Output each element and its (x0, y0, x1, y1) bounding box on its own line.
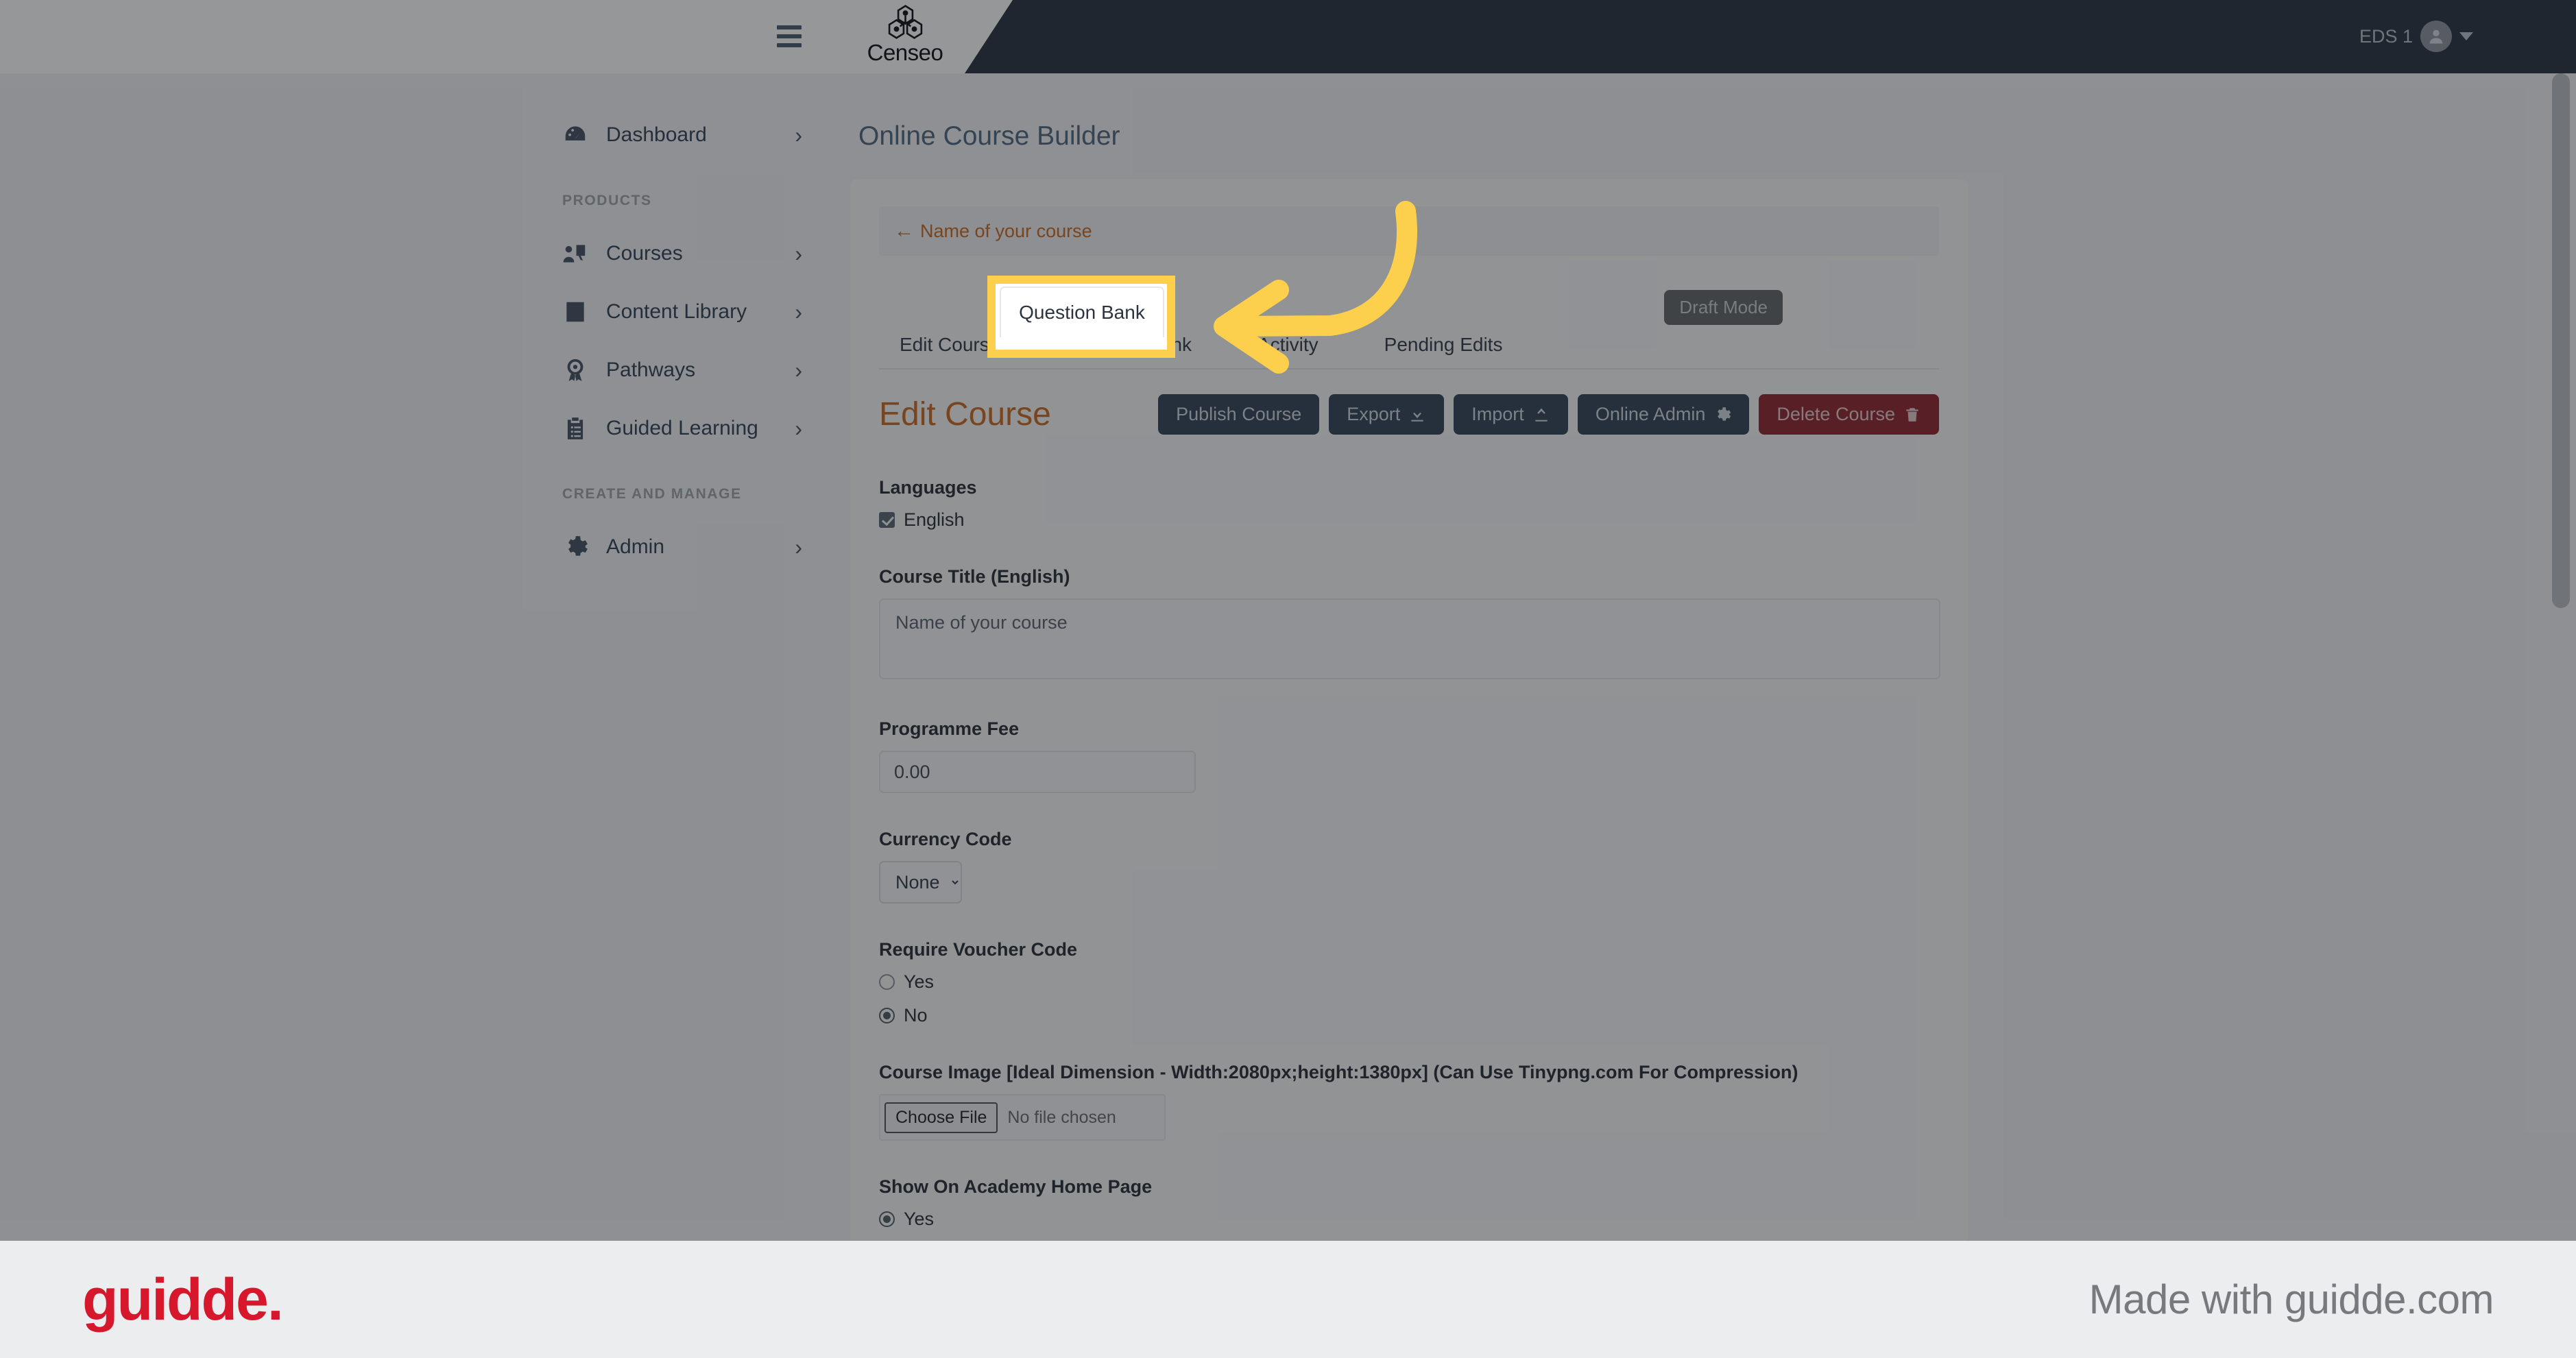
sidebar-section-products: PRODUCTS (562, 193, 652, 208)
trash-icon (1906, 407, 1918, 422)
application-window: Censeo EDS 1 Dashboard › PRODUCTS Course… (0, 0, 2576, 1358)
breadcrumb-label: Name of your course (920, 220, 1092, 241)
user-avatar-icon (2420, 21, 2452, 52)
download-icon (1411, 407, 1423, 422)
require-voucher-yes-label: Yes (904, 971, 935, 992)
delete-course-label: Delete Course (1777, 404, 1895, 424)
radio-icon (879, 974, 895, 990)
radio-icon-selected (879, 1008, 895, 1023)
edit-course-form: Languages English Course Title (English)… (879, 477, 1940, 1358)
publish-course-label: Publish Course (1176, 404, 1302, 424)
chevron-right-icon: › (795, 357, 802, 383)
course-image-file-input[interactable]: Choose File No file chosen (879, 1094, 1166, 1141)
brand-name: Censeo (867, 40, 943, 65)
chevron-right-icon: › (795, 415, 802, 441)
caret-down-icon (2459, 32, 2473, 40)
languages-label: Languages (879, 477, 977, 498)
file-status-text: No file chosen (1007, 1107, 1116, 1127)
scrollbar-thumb[interactable] (2552, 73, 2570, 608)
require-voucher-code-label: Require Voucher Code (879, 939, 1078, 960)
section-heading: Edit Course (879, 396, 1051, 433)
choose-file-button[interactable]: Choose File (884, 1102, 998, 1133)
arrow-left-icon: ← (894, 219, 914, 242)
breadcrumb-back-link[interactable]: ← Name of your course (894, 220, 1092, 243)
course-title-input[interactable]: Name of your course (879, 598, 1940, 679)
export-label: Export (1347, 404, 1401, 424)
sidebar-item-dashboard[interactable]: Dashboard › (0, 106, 850, 164)
require-voucher-no-radio[interactable]: No (879, 1005, 1939, 1026)
programme-fee-label: Programme Fee (879, 718, 1020, 739)
sidebar-section-create-and-manage: CREATE AND MANAGE (562, 486, 742, 502)
action-buttons: Publish Course Export Import Online Admi… (1158, 394, 1939, 435)
made-with-guidde-text: Made with guidde.com (2089, 1276, 2494, 1322)
sidebar-item-admin[interactable]: Admin › (0, 518, 850, 576)
sidebar-item-guided-learning[interactable]: Guided Learning › (0, 399, 850, 457)
currency-code-select[interactable]: None (879, 861, 962, 904)
section-header-row: Edit Course Publish Course Export Import (879, 394, 1939, 435)
chevron-right-icon: › (795, 122, 802, 147)
brand-logo[interactable]: Censeo (843, 4, 967, 66)
sidebar-item-label: Content Library (606, 300, 747, 323)
gear-icon (562, 534, 598, 560)
import-label: Import (1471, 404, 1524, 424)
online-admin-label: Online Admin (1595, 404, 1706, 424)
show-on-home-yes-label: Yes (904, 1209, 935, 1229)
breadcrumb: ← Name of your course (879, 206, 1939, 256)
show-on-academy-home-label: Show On Academy Home Page (879, 1176, 1153, 1197)
language-english-label: English (904, 509, 965, 530)
sidebar-item-pathways[interactable]: Pathways › (0, 341, 850, 399)
course-title-label: Course Title (English) (879, 566, 1070, 587)
online-admin-button[interactable]: Online Admin (1577, 394, 1750, 435)
programme-fee-input[interactable] (879, 751, 1196, 793)
upload-icon (1535, 407, 1548, 422)
page-title: Online Course Builder (858, 121, 1120, 151)
language-english-checkbox[interactable]: English (879, 509, 1939, 531)
sidebar-item-label: Dashboard (606, 123, 707, 146)
chevron-right-icon: › (795, 534, 802, 559)
guidde-footer: guidde. Made with guidde.com (0, 1241, 2576, 1358)
award-ribbon-icon (562, 357, 598, 383)
tab-activity[interactable]: Activity (1225, 319, 1351, 368)
checkbox-icon (879, 512, 895, 528)
guidde-logo: guidde. (82, 1266, 284, 1333)
export-button[interactable]: Export (1329, 394, 1445, 435)
user-name: EDS 1 (2359, 25, 2413, 47)
tab-question-bank-highlighted[interactable]: Question Bank (1000, 287, 1164, 337)
censeo-hexagon-logo-icon (888, 5, 922, 39)
sidebar-item-label: Guided Learning (606, 416, 758, 439)
tab-pending-edits[interactable]: Pending Edits (1351, 319, 1536, 368)
require-voucher-no-label: No (904, 1005, 928, 1026)
navbar-dark-panel (965, 0, 2576, 73)
status-badge-draft-mode: Draft Mode (1664, 290, 1783, 325)
user-menu[interactable]: EDS 1 (2359, 21, 2473, 52)
speedometer-icon (562, 122, 598, 148)
sidebar-navigation: Dashboard › PRODUCTS Courses › Content L… (0, 73, 850, 1241)
sidebar-item-label: Courses (606, 241, 683, 265)
gear-icon (1718, 407, 1731, 421)
delete-course-button[interactable]: Delete Course (1759, 394, 1939, 435)
course-image-label: Course Image [Ideal Dimension - Width:20… (879, 1062, 1798, 1082)
radio-icon-selected (879, 1211, 895, 1227)
book-icon (562, 299, 598, 325)
sidebar-item-content-library[interactable]: Content Library › (0, 282, 850, 341)
sidebar-item-courses[interactable]: Courses › (0, 224, 850, 282)
chevron-right-icon: › (795, 241, 802, 266)
show-on-home-yes-radio[interactable]: Yes (879, 1209, 1939, 1230)
hamburger-menu-icon[interactable] (777, 25, 802, 47)
chevron-right-icon: › (795, 299, 802, 324)
require-voucher-yes-radio[interactable]: Yes (879, 971, 1939, 993)
page-scrollbar[interactable] (2547, 73, 2573, 1124)
publish-course-button[interactable]: Publish Course (1158, 394, 1320, 435)
presentation-user-icon (562, 241, 598, 267)
currency-code-label: Currency Code (879, 829, 1012, 849)
main-content: Online Course Builder ← Name of your cour… (850, 73, 2514, 1358)
import-button[interactable]: Import (1454, 394, 1568, 435)
screenshot-root: Censeo EDS 1 Dashboard › PRODUCTS Course… (0, 0, 2576, 1358)
sidebar-item-label: Admin (606, 535, 665, 558)
sidebar-item-label: Pathways (606, 358, 696, 381)
clipboard-list-icon (562, 415, 598, 441)
top-navbar: Censeo EDS 1 (0, 0, 2576, 73)
